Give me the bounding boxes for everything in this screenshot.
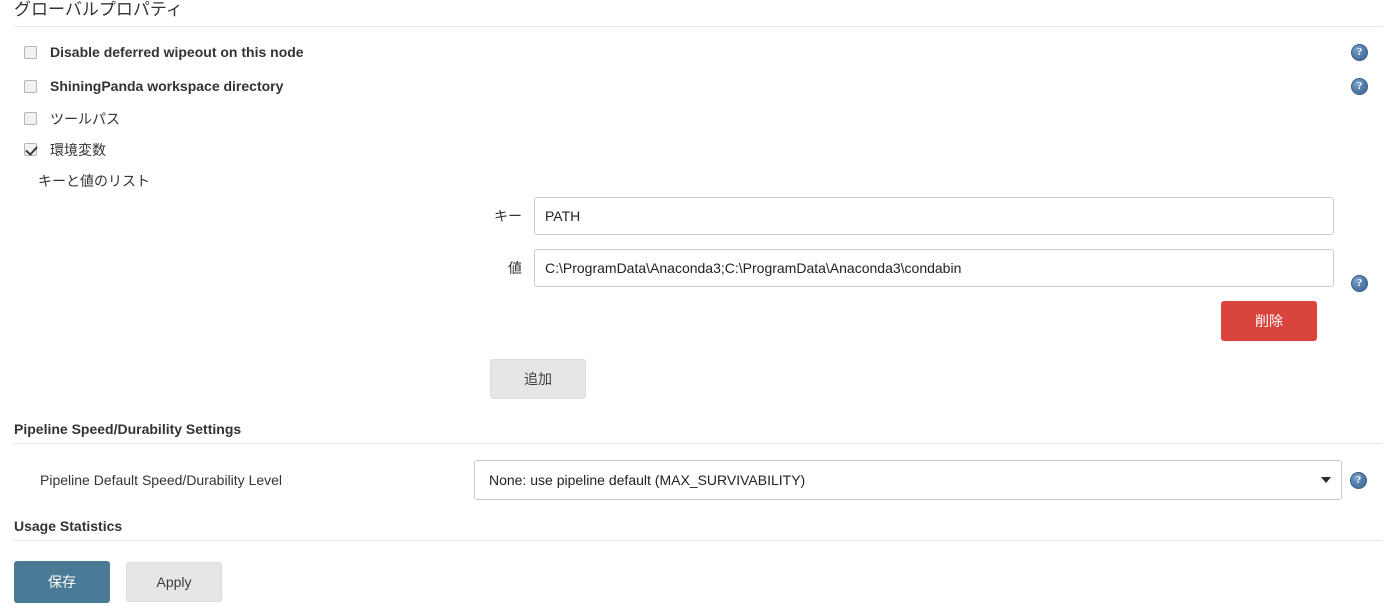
pipeline-level-label: Pipeline Default Speed/Durability Level <box>40 472 283 489</box>
pipeline-level-select[interactable]: None: use pipeline default (MAX_SURVIVAB… <box>474 460 1342 501</box>
key-value-list-label: キーと値のリスト <box>38 173 150 190</box>
option-row-tool-path: ツールパス <box>14 103 1382 134</box>
pipeline-level-row: Pipeline Default Speed/Durability Level … <box>14 460 1382 501</box>
chevron-down-icon <box>1321 477 1331 484</box>
value-label: 値 <box>508 260 522 277</box>
global-properties-page: グローバルプロパティ Disable deferred wipeout on t… <box>0 0 1396 613</box>
key-label: キー <box>494 208 522 225</box>
help-icon[interactable]: ? <box>1351 43 1368 61</box>
usage-statistics-divider <box>14 539 1382 541</box>
checkbox-shiningpanda-workspace-directory[interactable] <box>24 79 37 93</box>
pipeline-level-selected-value: None: use pipeline default (MAX_SURVIVAB… <box>489 472 806 489</box>
checkbox-tool-path[interactable] <box>24 112 37 126</box>
checkbox-disable-deferred-wipeout[interactable] <box>24 45 37 59</box>
env-var-entry: キー 値 ? 削除 追加 <box>14 197 1382 400</box>
help-icon[interactable]: ? <box>1351 77 1368 95</box>
help-icon[interactable]: ? <box>1350 471 1367 489</box>
apply-button[interactable]: Apply <box>126 561 222 602</box>
option-row-shiningpanda-workspace-directory: ShiningPanda workspace directory ? <box>14 69 1382 103</box>
help-icon[interactable]: ? <box>1351 274 1368 292</box>
key-row: キー <box>14 197 1382 236</box>
add-button-row: 追加 <box>14 359 1382 400</box>
usage-statistics-section-title: Usage Statistics <box>14 518 123 535</box>
option-label-tool-path: ツールパス <box>50 110 120 127</box>
add-button[interactable]: 追加 <box>490 359 586 400</box>
value-row: 値 ? <box>14 249 1382 292</box>
save-button[interactable]: 保存 <box>14 560 110 603</box>
value-input[interactable] <box>534 249 1334 288</box>
checkbox-environment-variables[interactable] <box>24 143 37 157</box>
option-row-environment-variables: 環境変数 <box>14 134 1382 165</box>
delete-button[interactable]: 削除 <box>1221 301 1317 342</box>
option-row-disable-deferred-wipeout: Disable deferred wipeout on this node ? <box>14 35 1382 69</box>
form-actions: 保存 Apply <box>14 560 1382 603</box>
delete-button-row: 削除 <box>14 301 1382 342</box>
option-label-environment-variables: 環境変数 <box>50 141 106 158</box>
pipeline-section-divider <box>14 443 1382 445</box>
option-label-disable-deferred-wipeout: Disable deferred wipeout on this node <box>50 44 304 61</box>
page-title: グローバルプロパティ <box>14 0 183 19</box>
pipeline-section-title: Pipeline Speed/Durability Settings <box>14 421 242 438</box>
key-input[interactable] <box>534 197 1334 236</box>
option-label-shiningpanda-workspace-directory: ShiningPanda workspace directory <box>50 78 284 95</box>
